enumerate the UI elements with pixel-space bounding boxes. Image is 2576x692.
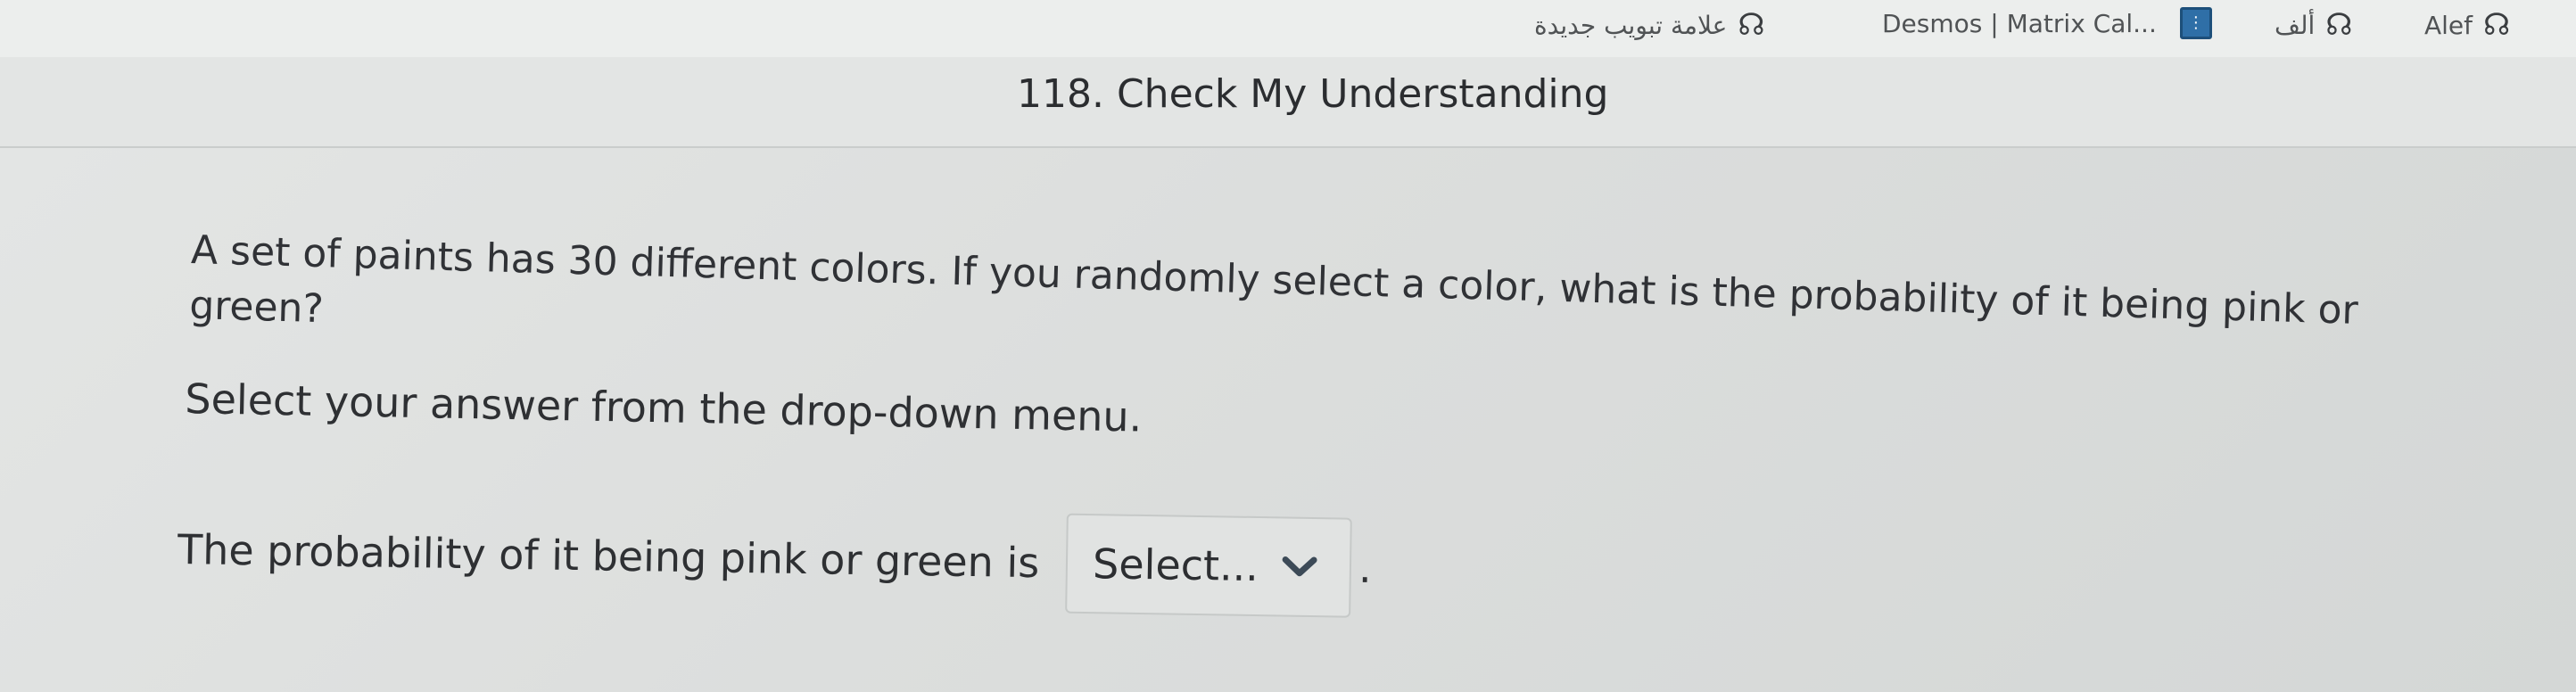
bookmark-new-tab[interactable]: علامة تبويب جديدة ☊ xyxy=(1534,7,1765,43)
answer-dropdown[interactable]: Select... xyxy=(1065,513,1353,618)
bookmark-label: علامة تبويب جديدة xyxy=(1534,10,1728,40)
dropdown-selected-value: Select... xyxy=(1092,540,1259,591)
bookmark-alef-ar[interactable]: ألف ☊ xyxy=(2275,7,2353,43)
page-title: 118. Check My Understanding xyxy=(1017,71,1609,117)
bookmark-page-icon: ☊ xyxy=(2325,7,2353,43)
answer-period: . xyxy=(1358,543,1373,593)
answer-row: The probability of it being pink or gree… xyxy=(177,499,1372,618)
bookmark-label: ألف xyxy=(2275,10,2316,40)
chevron-down-icon xyxy=(1282,555,1317,579)
bookmark-page-icon: ☊ xyxy=(1738,7,1765,43)
bookmark-label: Desmos | Matrix Cal... xyxy=(1882,8,2157,38)
bookmark-page-icon: ☊ xyxy=(2483,7,2511,43)
desmos-icon: ⋮ xyxy=(2179,7,2212,39)
question-text: A set of paints has 30 different colors.… xyxy=(188,227,2359,334)
answer-prompt: The probability of it being pink or gree… xyxy=(177,524,1040,588)
bookmark-alef[interactable]: Alef ☊ xyxy=(2424,7,2510,43)
instruction-text: Select your answer from the drop-down me… xyxy=(184,375,1143,441)
bookmark-label: Alef xyxy=(2424,10,2473,40)
bookmark-desmos[interactable]: Desmos | Matrix Cal... ⋮ xyxy=(1882,7,2212,39)
bookmarks-bar: علامة تبويب جديدة ☊ Desmos | Matrix Cal.… xyxy=(0,0,2576,59)
